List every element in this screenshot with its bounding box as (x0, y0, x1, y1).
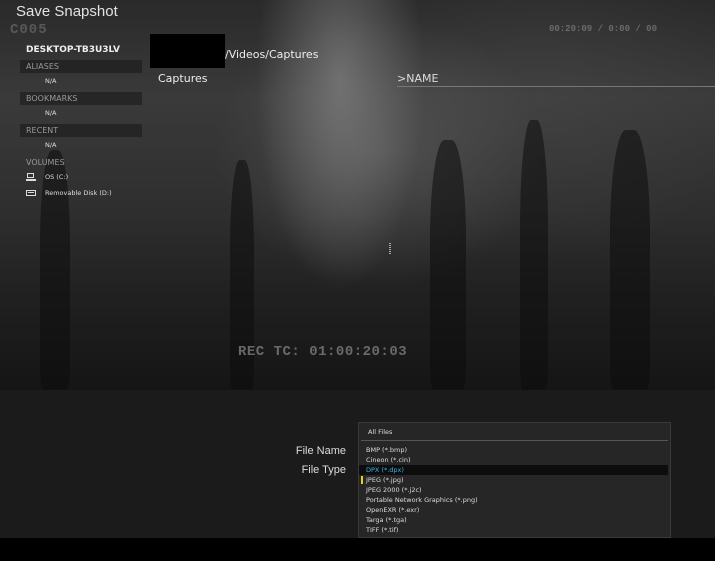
sidebar-item-volume-c[interactable]: OS (C:) (20, 169, 142, 185)
dropdown-option-dpx[interactable]: DPX (*.dpx) (359, 465, 668, 475)
dropdown-option-cineon[interactable]: Cineon (*.cin) (359, 455, 670, 465)
sidebar-item-recent-na: N/A (45, 141, 57, 149)
dropdown-option-jpeg2000[interactable]: JPEG 2000 (*.j2c) (359, 485, 670, 495)
dropdown-option-list: BMP (*.bmp) Cineon (*.cin) DPX (*.dpx) J… (359, 441, 670, 535)
sidebar-section-volumes: VOLUMES (26, 158, 65, 167)
sidebar: DESKTOP-TB3U3LV ALIASES N/A BOOKMARKS N/… (20, 43, 142, 201)
tree-silhouette (520, 120, 548, 390)
window-title: Save Snapshot (16, 3, 118, 20)
dropdown-option-targa[interactable]: Targa (*.tga) (359, 515, 670, 525)
sidebar-item-volume-d[interactable]: Removable Disk (D:) (20, 185, 142, 201)
sidebar-section-recent: RECENT (20, 124, 142, 137)
name-column-header[interactable]: >NAME (397, 72, 715, 87)
sidebar-item-aliases-na: N/A (45, 77, 57, 85)
file-name-label: File Name (295, 445, 346, 457)
computer-drive-icon (26, 173, 36, 181)
sidebar-host[interactable]: DESKTOP-TB3U3LV (20, 43, 142, 57)
removable-disk-icon (26, 189, 36, 197)
path-redaction (150, 34, 225, 68)
volume-label: OS (C:) (45, 173, 69, 181)
sidebar-section-bookmarks: BOOKMARKS (20, 92, 142, 105)
sidebar-item-bookmarks-na: N/A (45, 109, 57, 117)
file-type-label: File Type (301, 464, 346, 476)
path-breadcrumb[interactable]: /Videos/Captures (225, 48, 318, 61)
dropdown-option-all-files[interactable]: All Files (361, 423, 668, 441)
dropdown-option-jpeg[interactable]: JPEG (*.jpg) (359, 475, 670, 485)
file-type-dropdown[interactable]: All Files BMP (*.bmp) Cineon (*.cin) DPX… (358, 422, 671, 538)
volume-label: Removable Disk (D:) (45, 189, 112, 197)
rec-timecode-overlay: REC TC: 01:00:20:03 (238, 344, 408, 360)
bottom-bar (0, 538, 715, 561)
top-timecode-overlay: 00:20:09 / 0:00 / 00 (548, 24, 657, 34)
clip-tag-overlay: C005 (10, 22, 48, 38)
dropdown-option-openexr[interactable]: OpenEXR (*.exr) (359, 505, 670, 515)
sidebar-section-aliases: ALIASES (20, 60, 142, 73)
pane-splitter-handle[interactable] (389, 243, 391, 255)
dropdown-option-png[interactable]: Portable Network Graphics (*.png) (359, 495, 670, 505)
dropdown-option-tiff[interactable]: TIFF (*.tif) (359, 525, 670, 535)
tree-silhouette (610, 130, 650, 390)
folder-item-captures[interactable]: Captures (158, 72, 207, 85)
dropdown-option-bmp[interactable]: BMP (*.bmp) (359, 445, 670, 455)
tree-silhouette (430, 140, 466, 390)
